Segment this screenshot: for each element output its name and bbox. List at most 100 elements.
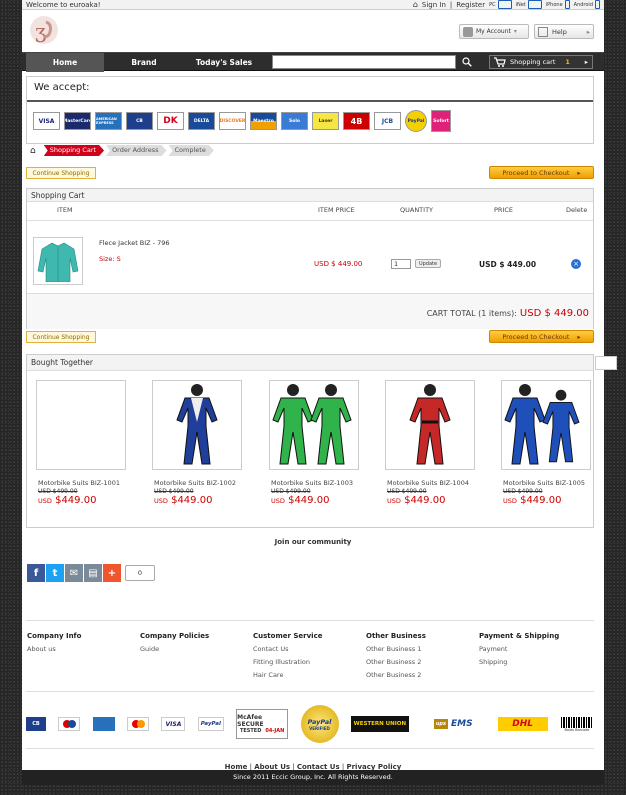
paypal-logo: PayPal: [197, 717, 224, 731]
email-icon[interactable]: ✉: [65, 564, 83, 582]
western-union-logo: WESTERN UNION: [350, 716, 409, 732]
suit-image: [409, 384, 451, 465]
side-tab[interactable]: [595, 356, 617, 370]
shopping-cart-button[interactable]: Shopping cart 1 ▸: [489, 55, 593, 69]
search-button[interactable]: [457, 55, 477, 69]
social-share: f t ✉ ▤ + 0: [27, 564, 155, 582]
carte-bleue-logo: CB: [26, 717, 46, 731]
accept-title: We accept:: [34, 82, 90, 93]
sign-in-link[interactable]: Sign In: [422, 1, 446, 9]
help-button[interactable]: Help ▸: [534, 24, 594, 39]
device-pc[interactable]: PC: [489, 0, 512, 9]
product-card[interactable]: Motorbike Suits BIZ-1005 USD $499.00 USD…: [500, 380, 600, 506]
nav-todays-sales[interactable]: Today's Sales: [184, 53, 264, 72]
jcb-logo: JCB: [374, 112, 401, 130]
footer-link[interactable]: Fitting Illustration: [253, 656, 322, 669]
maestro-logo: Maestro: [250, 112, 277, 130]
mcafee-secure-logo: McAfee SECURE TESTED 04-JAN: [236, 709, 289, 739]
chevron-down-icon: ▾: [513, 28, 517, 35]
device-android[interactable]: Android: [574, 0, 600, 9]
proceed-to-checkout-button-bottom[interactable]: Proceed to Checkout ▸: [489, 330, 594, 343]
share-plus-icon[interactable]: +: [103, 564, 121, 582]
laser-logo: Laser: [312, 112, 339, 130]
dhl-logo: DHL: [497, 717, 548, 731]
proceed-to-checkout-button[interactable]: Proceed to Checkout ▸: [489, 166, 594, 179]
product-size: Size: S: [99, 255, 121, 263]
col-item: ITEM: [57, 206, 73, 214]
product-thumbnail[interactable]: [33, 237, 83, 285]
site-logo[interactable]: ʒ: [28, 14, 60, 46]
welcome-text: Welcome to euroaka!: [26, 0, 101, 9]
footer-col-company-policies: Company Policies Guide: [140, 632, 209, 656]
4b-logo: 4B: [343, 112, 370, 130]
footer-link[interactable]: Shipping: [479, 656, 559, 669]
twitter-icon[interactable]: t: [46, 564, 64, 582]
facebook-icon[interactable]: f: [27, 564, 45, 582]
product-card[interactable]: Motorbike Suits BIZ-1001 USD $499.00 USD…: [35, 380, 135, 506]
quantity-input[interactable]: 1: [391, 259, 411, 269]
nav-brand[interactable]: Brand: [114, 53, 174, 72]
home-icon[interactable]: ⌂: [30, 146, 36, 156]
suit-image: [272, 384, 352, 465]
footer-link[interactable]: Other Business 2: [366, 656, 426, 669]
my-account-button[interactable]: My Account ▾: [459, 24, 529, 39]
cart-total-bar: CART TOTAL (1 items): USD $ 449.00: [27, 293, 593, 329]
continue-shopping-button-bottom[interactable]: Continue Shopping: [26, 331, 96, 343]
footer-link[interactable]: Payment: [479, 643, 559, 656]
solo-logo: Solo: [281, 112, 308, 130]
delete-icon[interactable]: ×: [571, 259, 581, 269]
device-inet[interactable]: iNet: [516, 0, 542, 9]
footer-link[interactable]: Other Business 1: [366, 643, 426, 656]
search-input[interactable]: [272, 55, 456, 69]
footer-link[interactable]: About us: [27, 643, 81, 656]
cb-logo: CB: [126, 112, 153, 130]
monitor-icon: [497, 0, 512, 9]
product-name[interactable]: Flece Jacket BIZ - 796: [99, 239, 170, 247]
cart-count: 1: [565, 58, 570, 66]
device-iphone[interactable]: iPhone: [546, 0, 570, 9]
product-image[interactable]: [269, 380, 359, 470]
footer-link[interactable]: Guide: [140, 643, 209, 656]
cart-total-label: CART TOTAL (1 items):: [426, 309, 517, 318]
update-button[interactable]: Update: [415, 259, 441, 268]
phone-icon: [595, 0, 600, 9]
line-price: USD $ 449.00: [479, 260, 537, 269]
chevron-right-icon: ▸: [577, 168, 581, 177]
print-icon[interactable]: ▤: [84, 564, 102, 582]
nav-home[interactable]: Home: [26, 53, 104, 72]
mastercard-logo: [127, 717, 150, 731]
step-shopping-cart[interactable]: Shopping Cart: [44, 145, 104, 156]
step-order-address: Order Address: [106, 145, 166, 156]
product-image[interactable]: [501, 380, 591, 470]
dk-logo: DK: [157, 112, 184, 130]
register-link[interactable]: Register: [456, 1, 485, 9]
product-card[interactable]: Motorbike Suits BIZ-1003 USD $499.00 USD…: [268, 380, 368, 506]
search-icon: [462, 57, 472, 67]
cart-icon: [494, 57, 506, 67]
user-icon: [463, 26, 473, 37]
payment-methods-panel: We accept: VISA MasterCard AMERICAN EXPR…: [26, 76, 594, 144]
footer-link[interactable]: Contact Us: [253, 643, 322, 656]
checkout-steps: ⌂ Shopping Cart Order Address Complete: [30, 145, 214, 156]
cart-title: Shopping Cart: [27, 189, 593, 202]
maestro-logo: [58, 717, 81, 731]
product-image[interactable]: [36, 380, 126, 470]
community-title: Join our community: [274, 538, 352, 546]
product-card[interactable]: Motorbike Suits BIZ-1004 USD $499.00 USD…: [384, 380, 484, 506]
chevron-right-icon: ▸: [577, 332, 581, 341]
home-icon[interactable]: ⌂: [413, 0, 418, 9]
footer-col-payment-shipping: Payment & Shipping Payment Shipping: [479, 632, 559, 669]
main-nav: Home Brand Today's Sales Shopping cart 1…: [22, 52, 604, 72]
suit-image: [504, 384, 580, 465]
visa-logo: VISA: [161, 717, 186, 731]
product-card[interactable]: Motorbike Suits BIZ-1002 USD $499.00 USD…: [151, 380, 251, 506]
jacket-image: [37, 242, 79, 282]
cart-total-value: USD $ 449.00: [519, 308, 589, 319]
footer-link[interactable]: Other Business 2: [366, 669, 426, 682]
paypal-badge: PayPal: [405, 110, 427, 132]
footer-link[interactable]: Hair Care: [253, 669, 322, 682]
amex-logo: [92, 717, 115, 731]
continue-shopping-button[interactable]: Continue Shopping: [26, 167, 96, 179]
product-image[interactable]: [152, 380, 242, 470]
product-image[interactable]: [385, 380, 475, 470]
